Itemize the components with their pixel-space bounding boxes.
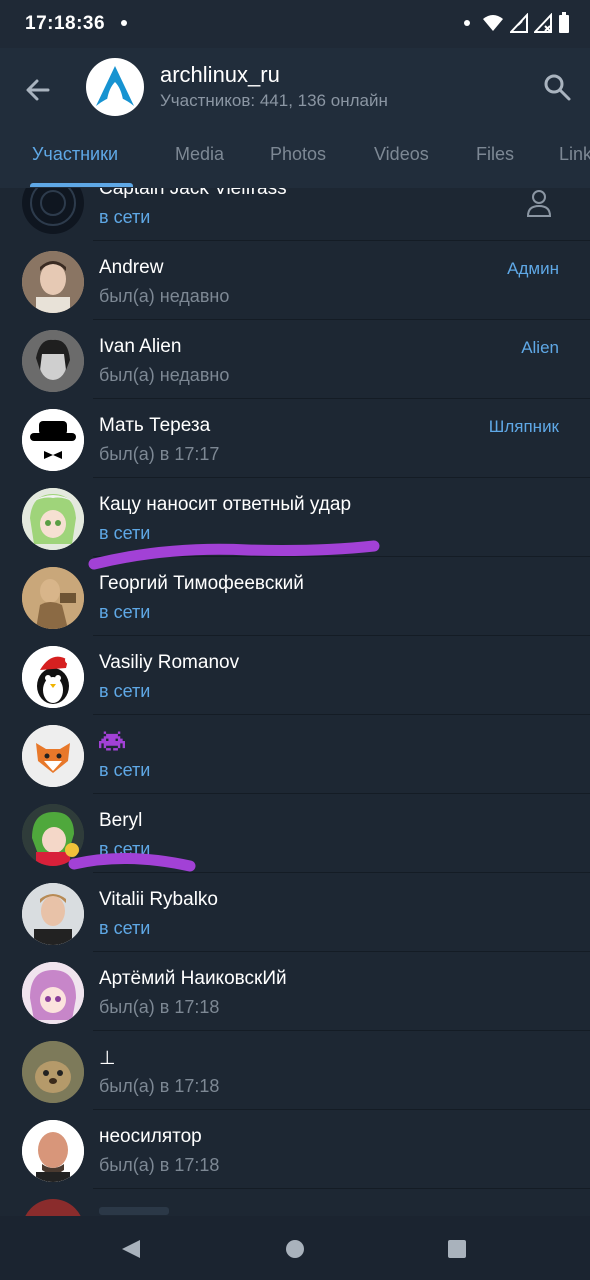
member-name: Ivan Alien <box>99 336 182 357</box>
member-name: Кацу наносит ответный удар <box>99 494 352 515</box>
member-name: Артёмий НаиковскИй <box>99 968 287 989</box>
avatar <box>22 1041 84 1103</box>
chat-header: archlinux_ru Участников: 441, 136 онлайн… <box>0 48 590 188</box>
chat-title: archlinux_ru <box>160 62 280 87</box>
nav-recents-icon[interactable] <box>446 1238 468 1260</box>
member-row[interactable] <box>0 1189 590 1216</box>
member-row[interactable]: Beryl в сети <box>0 794 590 873</box>
member-name: Captain Jack Vielfrass <box>99 188 287 199</box>
chat-avatar[interactable] <box>86 58 144 116</box>
space-invader-icon <box>99 731 125 751</box>
tab-media[interactable]: Media <box>175 144 224 165</box>
member-role: Админ <box>507 259 559 278</box>
avatar <box>22 1199 84 1216</box>
person-icon[interactable] <box>526 188 552 218</box>
nav-back-icon[interactable] <box>120 1238 142 1260</box>
member-name: Мать Тереза <box>99 415 211 436</box>
tab-bar: Участники Media Photos Videos Files Link… <box>0 140 590 187</box>
member-row[interactable]: Vasiliy Romanov в сети <box>0 636 590 715</box>
chat-subtitle: Участников: 441, 136 онлайн <box>160 91 388 110</box>
active-tab-indicator <box>30 183 133 187</box>
member-status: в сети <box>99 839 151 859</box>
member-row[interactable]: Кацу наносит ответный удар в сети <box>0 478 590 557</box>
member-row[interactable]: Артёмий НаиковскИй был(а) в 17:18 <box>0 952 590 1031</box>
member-status: в сети <box>99 602 151 622</box>
member-row[interactable]: Andrew был(а) недавно Админ <box>0 241 590 320</box>
notification-dot-icon <box>121 20 127 26</box>
avatar <box>22 1120 84 1182</box>
member-row[interactable]: Георгий Тимофеевский в сети <box>0 557 590 636</box>
status-icons <box>482 12 570 34</box>
member-list: Captain Jack Vielfrass в сети Andrew был… <box>0 188 590 1216</box>
arch-logo-icon <box>96 66 134 106</box>
member-role: Шляпник <box>488 417 559 436</box>
avatar <box>22 409 84 471</box>
member-status: был(а) в 17:18 <box>99 1076 220 1096</box>
member-row[interactable]: Ivan Alien был(а) недавно Alien <box>0 320 590 399</box>
member-status: был(а) в 17:18 <box>99 997 220 1017</box>
member-status: был(а) в 17:17 <box>99 444 220 464</box>
member-status: в сети <box>99 760 151 780</box>
tab-photos[interactable]: Photos <box>270 144 326 165</box>
wifi-icon <box>483 15 503 31</box>
member-status: в сети <box>99 918 151 938</box>
member-row[interactable]: Мать Тереза был(а) в 17:17 Шляпник <box>0 399 590 478</box>
member-name: Andrew <box>99 257 164 278</box>
back-arrow-icon[interactable] <box>22 74 54 106</box>
member-row[interactable]: Captain Jack Vielfrass в сети <box>0 188 590 241</box>
notification-dot-icon <box>464 20 470 26</box>
member-status: в сети <box>99 681 151 701</box>
battery-icon <box>559 12 569 33</box>
avatar <box>22 725 84 787</box>
avatar <box>22 646 84 708</box>
member-role: Alien <box>521 338 559 357</box>
tab-links[interactable]: Links <box>559 144 590 165</box>
member-name: Георгий Тимофеевский <box>99 573 304 594</box>
avatar <box>22 188 84 234</box>
tab-videos[interactable]: Videos <box>374 144 429 165</box>
avatar <box>22 488 84 550</box>
member-row[interactable]: неосилятор был(а) в 17:18 <box>0 1110 590 1189</box>
member-name: Vitalii Rybalko <box>99 889 218 910</box>
member-name: Vasiliy Romanov <box>99 652 240 673</box>
tab-files[interactable]: Files <box>476 144 514 165</box>
search-icon[interactable] <box>542 72 572 102</box>
member-name: ⊥ <box>99 1048 116 1069</box>
member-status: был(а) в 17:18 <box>99 1155 220 1175</box>
avatar <box>22 330 84 392</box>
avatar <box>22 962 84 1024</box>
tab-members[interactable]: Участники <box>32 144 118 165</box>
avatar <box>22 567 84 629</box>
status-bar: 17:18:36 <box>0 0 590 48</box>
navigation-bar <box>0 1216 590 1280</box>
member-status: в сети <box>99 523 151 543</box>
signal-icon <box>510 13 528 33</box>
signal-icon <box>534 13 552 33</box>
member-status: был(а) недавно <box>99 286 230 306</box>
member-name: Beryl <box>99 810 143 831</box>
member-name: неосилятор <box>99 1126 202 1147</box>
member-row[interactable]: ⊥ был(а) в 17:18 <box>0 1031 590 1110</box>
member-status: был(а) недавно <box>99 365 230 385</box>
avatar <box>22 804 84 866</box>
avatar <box>22 883 84 945</box>
member-row[interactable]: Vitalii Rybalko в сети <box>0 873 590 952</box>
member-status: в сети <box>99 207 151 227</box>
avatar <box>22 251 84 313</box>
member-row[interactable]: в сети <box>0 715 590 794</box>
nav-home-icon[interactable] <box>284 1238 306 1260</box>
status-time: 17:18:36 <box>25 13 106 34</box>
